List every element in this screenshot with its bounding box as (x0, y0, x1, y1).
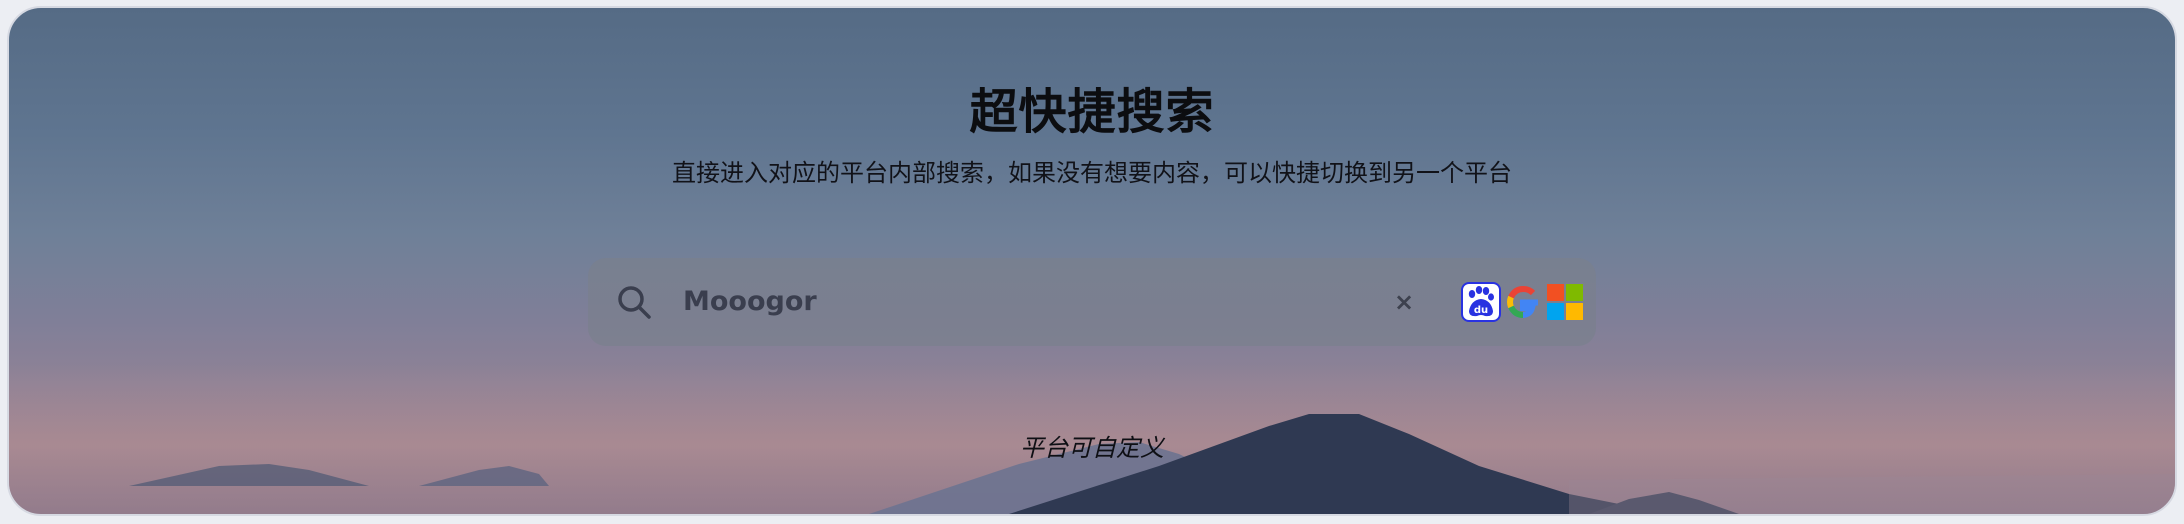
page-subtitle: 直接进入对应的平台内部搜索，如果没有想要内容，可以快捷切换到另一个平台 (672, 159, 1512, 187)
baidu-icon-label: du (1474, 305, 1488, 316)
google-icon (1507, 285, 1538, 319)
page-title: 超快捷搜索 (969, 84, 1215, 140)
hero-card: 超快捷搜索 直接进入对应的平台内部搜索，如果没有想要内容，可以快捷切换到另一个平… (7, 6, 2177, 516)
microsoft-icon (1547, 284, 1583, 320)
search-input[interactable]: Mooogor (683, 258, 817, 346)
search-icon[interactable] (616, 284, 652, 320)
clear-search-button[interactable]: × (1388, 286, 1420, 318)
baidu-engine-button[interactable]: du (1461, 282, 1501, 322)
google-engine-button[interactable] (1503, 282, 1543, 322)
customizable-platforms-label: 平台可自定义 (1020, 434, 1164, 462)
microsoft-engine-button[interactable] (1545, 282, 1585, 322)
baidu-icon: du (1468, 286, 1494, 317)
search-bar[interactable]: Mooogor × du (588, 258, 1596, 346)
search-engine-switcher: du (1461, 282, 1585, 324)
